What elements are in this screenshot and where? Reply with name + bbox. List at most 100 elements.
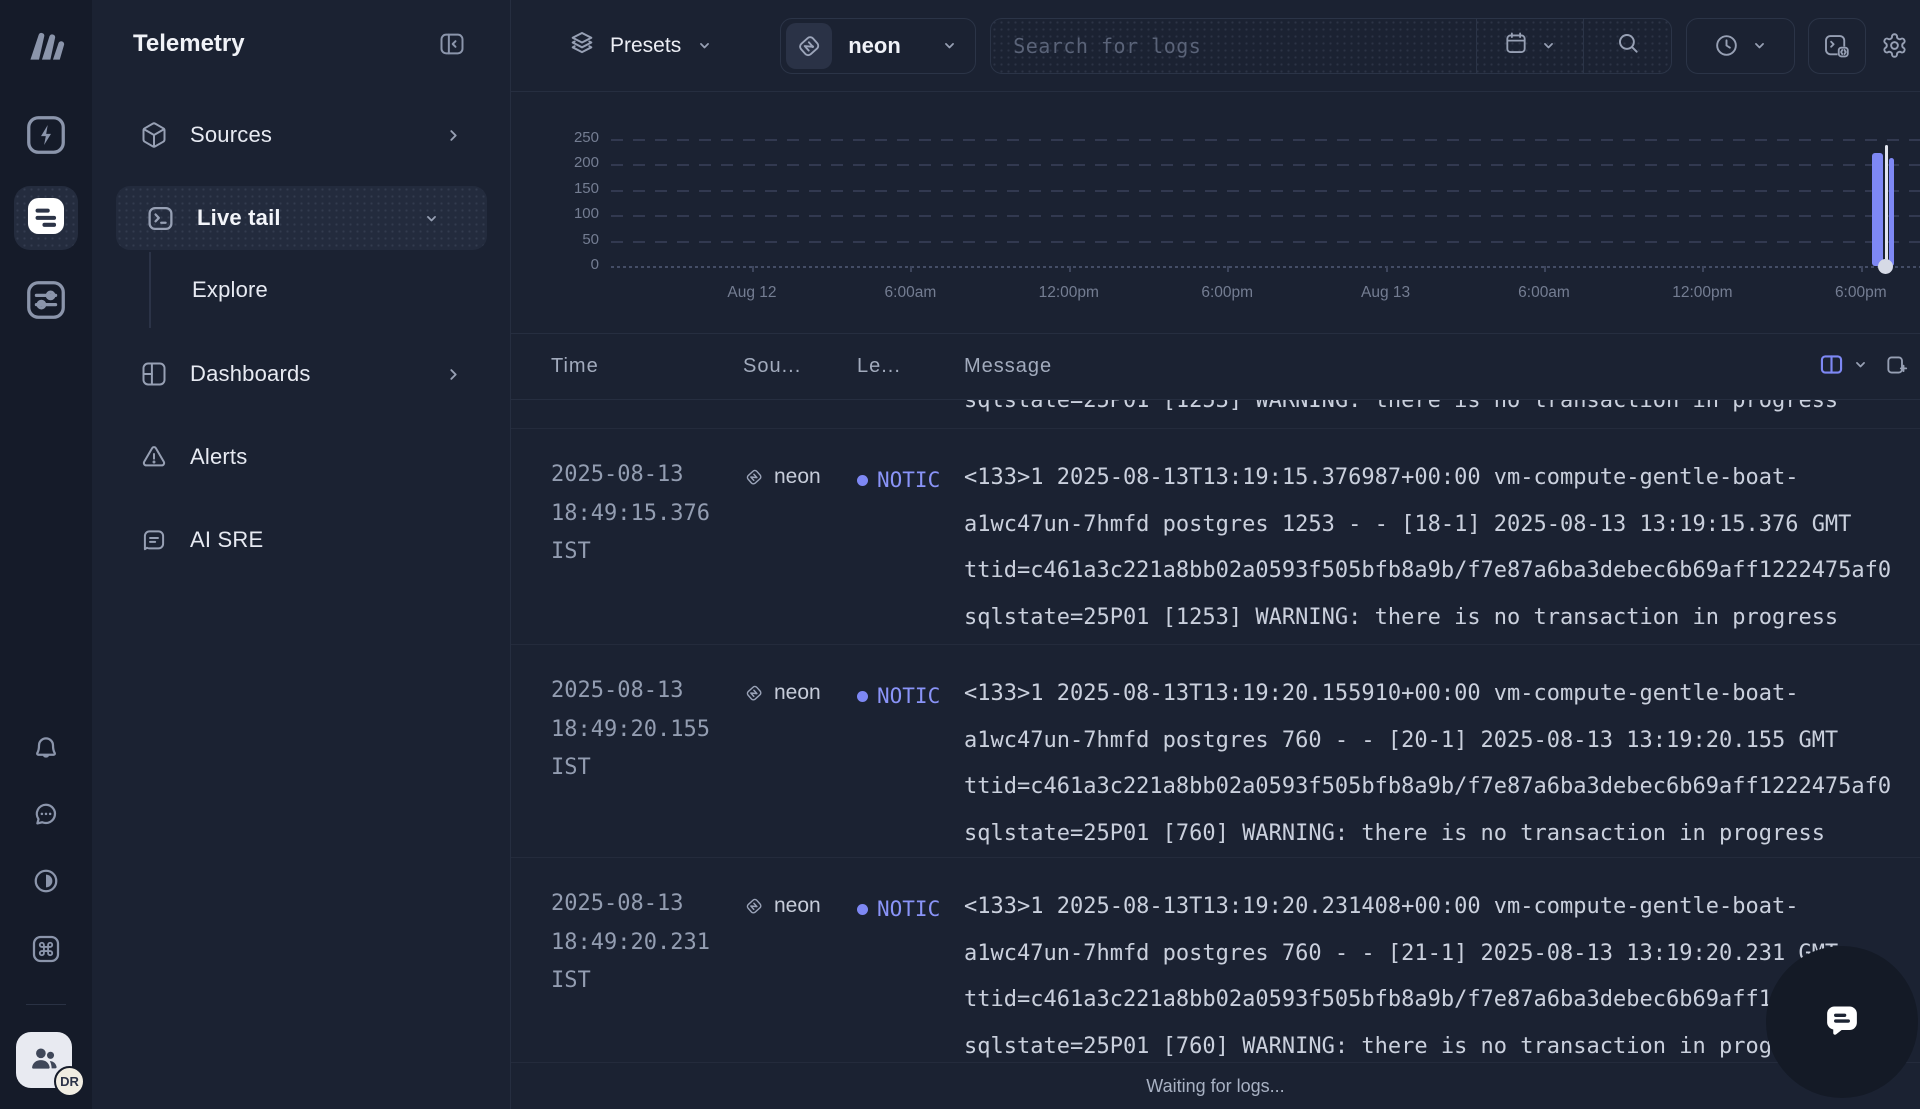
clock-icon (1713, 32, 1740, 59)
histogram-bar[interactable] (1872, 153, 1883, 266)
histogram-bar[interactable] (1889, 158, 1894, 266)
x-axis-tick-label: 12:00pm (1637, 284, 1767, 302)
column-header-level[interactable]: Le... (857, 355, 901, 378)
log-row[interactable]: 2025-08-13 18:49:20.231 ISTneonNOTIC<133… (511, 858, 1920, 1062)
chevron-down-icon (422, 209, 441, 228)
sidebar-item-label: Sources (190, 122, 272, 148)
log-source-name: neon (774, 681, 821, 705)
sidebar-item-explore[interactable]: Explore (92, 258, 510, 322)
log-list[interactable]: sqlstate=25P01 [1253] WARNING: there is … (511, 400, 1920, 1062)
log-message-line: sqlstate=25P01 [760] WARNING: there is n… (964, 811, 1920, 858)
x-axis-tick-label: 6:00pm (1796, 284, 1920, 302)
cube-icon (140, 121, 168, 149)
gridline (611, 190, 1920, 192)
chat-dots-icon[interactable] (31, 799, 61, 829)
time-range-dropdown[interactable] (1686, 18, 1795, 74)
log-table-header: Time Sou... Le... Message (511, 334, 1920, 400)
logs-icon (23, 193, 69, 244)
search-input[interactable] (991, 19, 1476, 73)
live-tail-cursor-handle[interactable] (1878, 259, 1893, 274)
log-search-group (990, 18, 1672, 74)
layers-icon (568, 29, 596, 62)
chevron-down-icon (695, 36, 714, 55)
y-axis-tick-label: 250 (511, 129, 599, 146)
log-level-text: NOTIC (877, 684, 940, 708)
sidebar-item-label: Dashboards (190, 361, 311, 387)
log-source: neon (743, 465, 821, 489)
sidebar-item-alerts[interactable]: Alerts (92, 425, 510, 489)
gridline (611, 241, 1920, 243)
x-axis-tick-mark (752, 266, 754, 272)
bolt-icon[interactable] (23, 112, 69, 158)
chat-fab-halo (1766, 946, 1918, 1098)
rail-divider (26, 1004, 66, 1005)
log-message-clipped: sqlstate=25P01 [1253] WARNING: there is … (964, 400, 1838, 413)
log-source: neon (743, 681, 821, 705)
gear-icon[interactable] (1881, 32, 1908, 59)
ai-sre-icon (140, 526, 168, 554)
contrast-icon[interactable] (31, 866, 61, 896)
column-header-time[interactable]: Time (551, 355, 599, 378)
user-initials-badge[interactable]: DR (54, 1066, 85, 1097)
neon-logo-icon (743, 682, 765, 704)
y-axis-tick-label: 150 (511, 180, 599, 197)
log-level: NOTIC (857, 468, 940, 492)
sidebar-item-dashboards[interactable]: Dashboards (92, 342, 510, 406)
log-message-line: a1wc47un-7hmfd postgres 1253 - - [18-1] … (964, 502, 1920, 549)
neon-logo-icon (743, 466, 765, 488)
source-selector-value: neon (848, 33, 940, 59)
column-header-source[interactable]: Sou... (743, 355, 801, 378)
presets-label: Presets (610, 34, 681, 58)
log-message-line: <133>1 2025-08-13T13:19:15.376987+00:00 … (964, 455, 1920, 502)
clipped-log-row[interactable]: sqlstate=25P01 [1253] WARNING: there is … (511, 400, 1920, 429)
topbar: Presets neon (511, 0, 1920, 92)
sidebar: Telemetry Sources Live tail Explore Dashboa… (92, 0, 511, 1109)
x-axis-tick-mark (1544, 266, 1546, 272)
log-row[interactable]: 2025-08-13 18:49:20.155 ISTneonNOTIC<133… (511, 645, 1920, 858)
live-tail-cursor[interactable] (1885, 145, 1888, 266)
date-range-picker[interactable] (1476, 19, 1583, 73)
log-volume-chart[interactable]: 250200150100500Aug 126:00am12:00pm6:00pm… (511, 92, 1920, 334)
log-level: NOTIC (857, 897, 940, 921)
y-axis-tick-label: 100 (511, 205, 599, 222)
panel-collapse-icon[interactable] (438, 30, 466, 63)
sidebar-item-ai-sre[interactable]: AI SRE (92, 508, 510, 572)
gridline (611, 215, 1920, 217)
log-footer: Waiting for logs... (511, 1062, 1920, 1109)
y-axis-tick-label: 0 (511, 256, 599, 273)
terminal-box-icon (146, 204, 175, 233)
query-console-button[interactable] (1808, 18, 1866, 74)
source-selector[interactable]: neon (780, 18, 976, 74)
level-dot-icon (857, 904, 868, 915)
log-message-line: <133>1 2025-08-13T13:19:20.231408+00:00 … (964, 884, 1920, 931)
sliders-icon[interactable] (23, 277, 69, 323)
sidebar-item-live-tail[interactable]: Live tail (116, 186, 487, 250)
level-dot-icon (857, 691, 868, 702)
sidebar-item-label: Alerts (190, 444, 247, 470)
column-header-message[interactable]: Message (964, 355, 1052, 378)
sidebar-item-label: Live tail (197, 205, 281, 231)
command-icon[interactable] (30, 933, 62, 965)
add-column-icon[interactable] (1884, 352, 1910, 378)
y-axis-tick-label: 200 (511, 154, 599, 171)
log-timestamp: 2025-08-13 18:49:20.155 IST (551, 672, 710, 788)
neon-logo-icon (743, 895, 765, 917)
page-title: Telemetry (133, 30, 245, 58)
log-message-line: ttid=c461a3c221a8bb02a0593f505bfb8a9b/f7… (964, 764, 1920, 811)
bell-icon[interactable] (31, 733, 61, 763)
presets-dropdown[interactable]: Presets (568, 29, 714, 62)
rail-item-livetail[interactable] (14, 186, 78, 250)
search-submit-button[interactable] (1583, 19, 1671, 73)
log-level-text: NOTIC (877, 468, 940, 492)
chevron-down-icon (940, 36, 959, 55)
column-layout-toggle[interactable] (1818, 351, 1870, 378)
log-row[interactable]: 2025-08-13 18:49:15.376 ISTneonNOTIC<133… (511, 429, 1920, 645)
log-source: neon (743, 894, 821, 918)
sidebar-item-sources[interactable]: Sources (92, 103, 510, 167)
chat-fab-button[interactable] (1808, 988, 1876, 1056)
grid-icon (140, 360, 168, 388)
x-axis-tick-label: 6:00am (845, 284, 975, 302)
calendar-icon (1503, 30, 1529, 61)
sidebar-item-label: Explore (192, 277, 268, 303)
log-message-line: a1wc47un-7hmfd postgres 760 - - [21-1] 2… (964, 931, 1920, 978)
